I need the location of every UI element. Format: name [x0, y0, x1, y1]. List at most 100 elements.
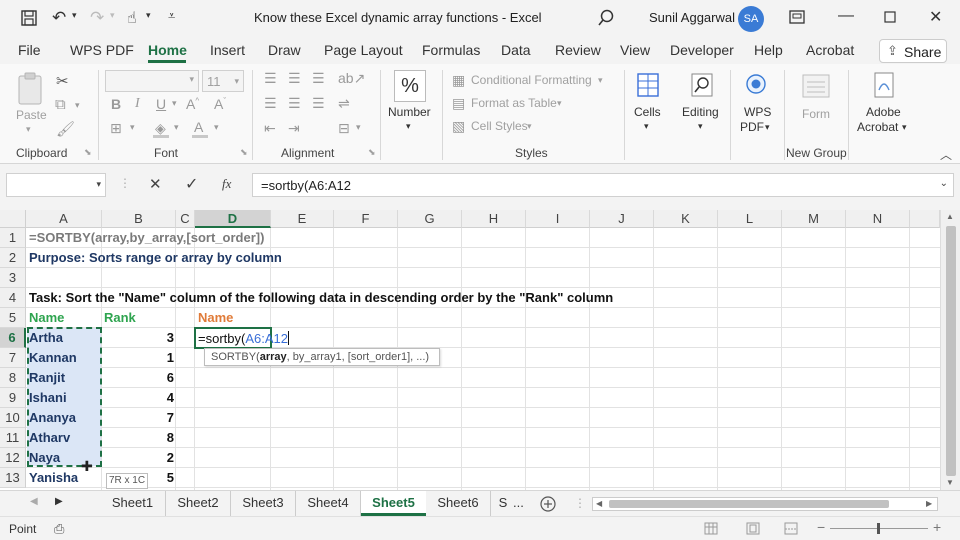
tab-developer[interactable]: Developer [670, 42, 734, 58]
tab-draw[interactable]: Draw [268, 42, 301, 58]
undo-icon[interactable]: ↶ [52, 8, 66, 28]
cell-a13[interactable]: Yanisha [29, 468, 78, 488]
font-name-select[interactable]: ▾ [105, 70, 199, 92]
percent-icon[interactable]: % [394, 70, 426, 102]
row-header-1[interactable]: 1 [0, 228, 26, 248]
font-size-select[interactable]: 11 ▾ [202, 70, 244, 92]
column-header-b[interactable]: B [102, 210, 176, 228]
row-header-11[interactable]: 11 [0, 428, 26, 448]
editing-button-label[interactable]: Editing [682, 105, 719, 119]
column-header-h[interactable]: H [462, 210, 526, 228]
scroll-right-icon[interactable]: ▶ [926, 498, 932, 510]
copy-icon[interactable]: ⧉ [55, 96, 66, 113]
cell-a5[interactable]: Name [29, 308, 64, 328]
italic-icon[interactable]: I [135, 96, 140, 112]
row-header-5[interactable]: 5 [0, 308, 26, 328]
close-icon[interactable]: ✕ [929, 7, 942, 27]
tab-page-layout[interactable]: Page Layout [324, 42, 403, 58]
column-header-n[interactable]: N [846, 210, 910, 228]
normal-view-icon[interactable] [704, 522, 718, 535]
cell-a7[interactable]: Kannan [29, 348, 77, 368]
search-icon[interactable] [597, 9, 615, 27]
zoom-out-icon[interactable]: − [817, 519, 825, 535]
page-layout-view-icon[interactable] [746, 522, 760, 535]
paste-label[interactable]: Paste [16, 108, 47, 122]
cell-styles-dropdown-icon[interactable]: ▾ [527, 121, 532, 132]
function-tooltip[interactable]: SORTBY(array, by_array1, [sort_order1], … [204, 348, 440, 366]
clipboard-launcher-icon[interactable]: ⬊ [84, 147, 92, 158]
format-as-table-icon[interactable]: ▤ [452, 95, 465, 112]
paste-icon[interactable] [16, 72, 46, 106]
sheet-tab-2[interactable]: Sheet2 [166, 491, 231, 516]
customize-qat-icon[interactable]: ⩡ [168, 8, 175, 24]
adobe-label-line1[interactable]: Adobe [866, 105, 901, 119]
cell-styles-button[interactable]: Cell Styles [471, 119, 528, 133]
column-header-m[interactable]: M [782, 210, 846, 228]
align-center-icon[interactable]: ☰ [288, 95, 301, 112]
vertical-scrollbar[interactable]: ▲ ▼ [940, 210, 960, 490]
cell-b5[interactable]: Rank [104, 308, 136, 328]
underline-icon[interactable]: U [156, 96, 166, 112]
horizontal-scrollbar[interactable]: ◀ ▶ [592, 497, 938, 511]
sheet-tab-6[interactable]: Sheet6 [426, 491, 491, 516]
row-header-2[interactable]: 2 [0, 248, 26, 268]
save-icon[interactable] [20, 9, 38, 27]
tab-view[interactable]: View [620, 42, 650, 58]
adobe-label-line2[interactable]: Acrobat [857, 120, 898, 134]
cell-b9[interactable]: 4 [104, 388, 174, 408]
underline-dropdown-icon[interactable]: ▾ [172, 98, 177, 109]
borders-icon[interactable]: ⊞ [110, 120, 122, 137]
cell-a6[interactable]: Artha [29, 328, 63, 348]
vertical-scroll-thumb[interactable] [946, 226, 956, 476]
cell-b11[interactable]: 8 [104, 428, 174, 448]
zoom-in-icon[interactable]: + [933, 519, 941, 535]
borders-dropdown-icon[interactable]: ▾ [130, 122, 135, 133]
horizontal-scroll-thumb[interactable] [609, 500, 889, 508]
form-icon[interactable] [802, 74, 830, 98]
row-header-7[interactable]: 7 [0, 348, 26, 368]
avatar[interactable]: SA [738, 6, 764, 32]
expand-formula-bar-icon[interactable]: ⌄ [940, 178, 948, 189]
merge-dropdown-icon[interactable]: ▾ [356, 122, 361, 133]
name-box[interactable]: ▾ [6, 173, 106, 197]
cell-a9[interactable]: Ishani [29, 388, 67, 408]
sheet-tab-3[interactable]: Sheet3 [231, 491, 296, 516]
wps-dropdown-icon[interactable]: ▾ [765, 122, 770, 133]
undo-dropdown-icon[interactable]: ▾ [72, 10, 77, 21]
conditional-formatting-button[interactable]: Conditional Formatting [471, 73, 592, 87]
cell-b12[interactable]: 2 [104, 448, 174, 468]
redo-icon[interactable]: ↷ [90, 8, 104, 28]
increase-indent-icon[interactable]: ⇥ [288, 120, 300, 137]
wps-pdf-icon[interactable] [744, 72, 768, 98]
row-header-4[interactable]: 4 [0, 288, 26, 308]
tab-data[interactable]: Data [501, 42, 531, 58]
align-left-icon[interactable]: ☰ [264, 95, 277, 112]
cell-a2[interactable]: Purpose: Sorts range or array by column [29, 248, 282, 268]
scroll-left-icon[interactable]: ◀ [596, 498, 602, 510]
editing-dropdown-icon[interactable]: ▾ [698, 121, 703, 132]
copy-dropdown-icon[interactable]: ▾ [75, 100, 80, 111]
column-header-i[interactable]: I [526, 210, 590, 228]
scroll-up-icon[interactable]: ▲ [946, 212, 954, 221]
row-header-8[interactable]: 8 [0, 368, 26, 388]
format-as-table-dropdown-icon[interactable]: ▾ [557, 98, 562, 109]
accessibility-icon[interactable]: ⎙ [54, 521, 64, 537]
tab-home[interactable]: Home [148, 42, 187, 58]
cells-button-label[interactable]: Cells [634, 105, 661, 119]
formula-input[interactable]: =sortby(A6:A12 ⌄ [252, 173, 954, 197]
sheet-tab-5-active[interactable]: Sheet5 [361, 491, 426, 516]
row-header-3[interactable]: 3 [0, 268, 26, 288]
editing-icon[interactable] [690, 72, 714, 98]
adobe-acrobat-icon[interactable] [872, 72, 896, 98]
format-as-table-button[interactable]: Format as Table [471, 96, 557, 110]
name-box-dropdown-icon[interactable]: ▾ [96, 179, 101, 190]
font-color-icon[interactable]: A [194, 119, 203, 135]
font-launcher-icon[interactable]: ⬊ [240, 147, 248, 158]
tooltip-function-name[interactable]: SORTBY( [211, 351, 260, 363]
user-name[interactable]: Sunil Aggarwal [649, 10, 735, 25]
align-right-icon[interactable]: ☰ [312, 95, 325, 112]
orientation-icon[interactable]: ab↗ [338, 70, 365, 87]
column-header-e[interactable]: E [271, 210, 334, 228]
active-cell-d6[interactable]: =sortby(A6:A12 [194, 327, 289, 349]
alignment-launcher-icon[interactable]: ⬊ [368, 147, 376, 158]
